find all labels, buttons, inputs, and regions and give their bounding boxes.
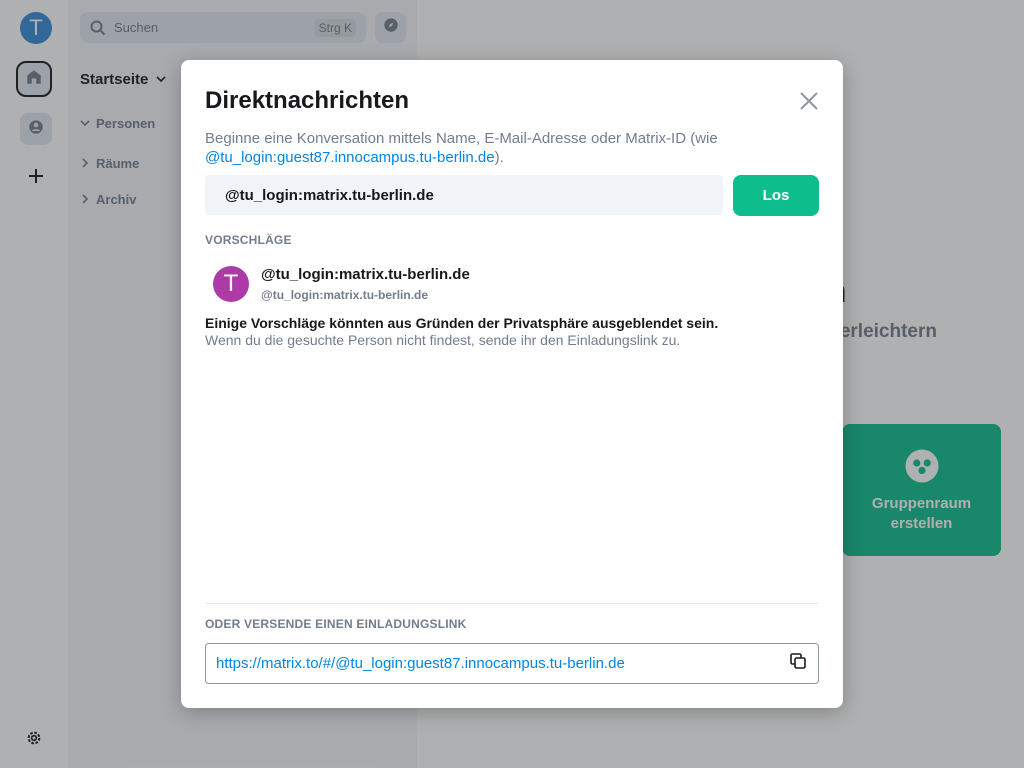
- suggestions-heading: VORSCHLÄGE: [205, 233, 292, 247]
- invite-link-heading: ODER VERSENDE EINEN EINLADUNGSLINK: [205, 617, 467, 631]
- invite-link-box: https://matrix.to/#/@tu_login:guest87.in…: [205, 643, 819, 684]
- suggestion-name: @tu_login:matrix.tu-berlin.de: [261, 266, 470, 283]
- divider: [205, 603, 819, 604]
- intro-text: Beginne eine Konversation mittels Name, …: [205, 130, 718, 147]
- close-icon: [800, 91, 818, 115]
- close-button[interactable]: [798, 91, 820, 115]
- suggestion-id: @tu_login:matrix.tu-berlin.de: [261, 288, 429, 302]
- intro-suffix: ).: [494, 149, 504, 166]
- privacy-notice-title: Einige Vorschläge könnten aus Gründen de…: [205, 315, 719, 331]
- intro-example-link[interactable]: @tu_login:guest87.innocampus.tu-berlin.d…: [205, 149, 495, 166]
- invite-link[interactable]: https://matrix.to/#/@tu_login:guest87.in…: [216, 655, 788, 672]
- suggestion-item[interactable]: T @tu_login:matrix.tu-berlin.de @tu_logi…: [213, 263, 773, 305]
- direct-messages-dialog: Direktnachrichten Beginne eine Konversat…: [181, 60, 843, 708]
- dialog-title: Direktnachrichten: [205, 87, 410, 114]
- privacy-notice-text: Wenn du die gesuchte Person nicht findes…: [205, 332, 681, 348]
- avatar: T: [213, 266, 249, 302]
- dialog-intro: Beginne eine Konversation mittels Name, …: [205, 129, 805, 167]
- go-button[interactable]: Los: [733, 175, 819, 216]
- copy-icon: [790, 653, 806, 674]
- invite-search-input[interactable]: [205, 175, 723, 215]
- copy-button[interactable]: [788, 653, 808, 674]
